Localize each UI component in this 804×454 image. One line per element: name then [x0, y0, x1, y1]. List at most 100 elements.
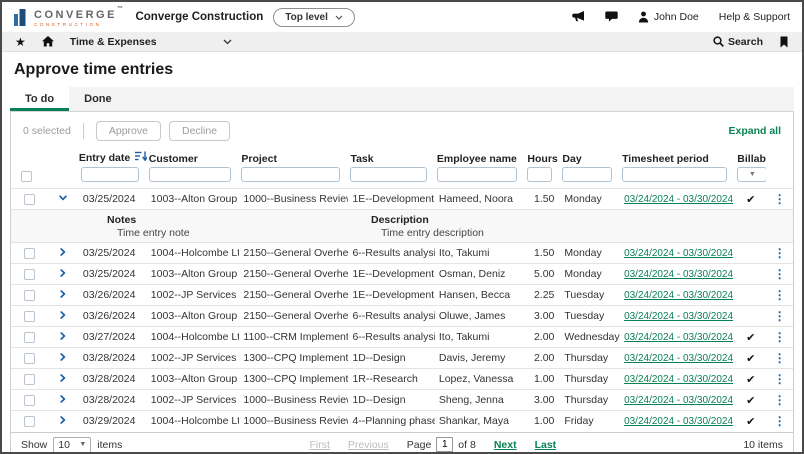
- last-page-link[interactable]: Last: [535, 439, 557, 451]
- table-row: 03/27/20241004--Holcombe Ltd1100--CRM Im…: [11, 327, 793, 348]
- expanded-detail-row: NotesTime entry noteDescriptionTime entr…: [11, 210, 793, 243]
- row-checkbox[interactable]: [24, 374, 35, 385]
- timesheet-period-link[interactable]: 03/24/2024 - 03/30/2024: [624, 416, 733, 427]
- timesheet-period-link[interactable]: 03/24/2024 - 03/30/2024: [624, 395, 733, 406]
- building-logo-icon: [14, 9, 29, 26]
- filter-billable-select[interactable]: ▼: [737, 167, 766, 182]
- filter-customer[interactable]: [149, 167, 232, 182]
- selected-count: 0 selected: [23, 125, 71, 137]
- filter-hours[interactable]: [527, 167, 552, 182]
- timesheet-period-link[interactable]: 03/24/2024 - 03/30/2024: [624, 194, 733, 205]
- menu-time-expenses[interactable]: Time & Expenses: [70, 36, 232, 48]
- filter-task[interactable]: [350, 167, 426, 182]
- row-menu-button[interactable]: ⋮: [774, 267, 786, 281]
- expand-row-icon[interactable]: [58, 373, 68, 383]
- select-all-checkbox[interactable]: [21, 171, 32, 182]
- favorites-star-icon[interactable]: ★: [15, 35, 26, 49]
- column-header-day[interactable]: Day: [560, 149, 620, 166]
- approve-button[interactable]: Approve: [96, 121, 161, 141]
- description-label: Description: [371, 214, 484, 226]
- expand-row-icon[interactable]: [58, 331, 68, 341]
- collapse-row-icon[interactable]: [58, 193, 68, 203]
- row-checkbox[interactable]: [24, 332, 35, 343]
- expand-all-link[interactable]: Expand all: [728, 125, 781, 137]
- tab-todo[interactable]: To do: [10, 87, 69, 111]
- scope-selector[interactable]: Top level: [273, 8, 355, 27]
- app-window: CONVERGE™ CONSTRUCTION Converge Construc…: [0, 0, 804, 454]
- row-menu-button[interactable]: ⋮: [774, 246, 786, 260]
- column-header-billable[interactable]: Billable: [735, 149, 766, 166]
- expand-row-icon[interactable]: [58, 415, 68, 425]
- messages-icon[interactable]: [605, 11, 618, 23]
- filter-project[interactable]: [241, 167, 340, 182]
- expand-row-icon[interactable]: [58, 268, 68, 278]
- decline-button[interactable]: Decline: [169, 121, 230, 141]
- cell-employee: Osman, Deniz: [435, 264, 526, 285]
- row-checkbox[interactable]: [24, 353, 35, 364]
- column-header-entry-date[interactable]: Entry date: [79, 149, 147, 166]
- row-checkbox[interactable]: [24, 395, 35, 406]
- expand-row-icon[interactable]: [58, 289, 68, 299]
- filter-timesheet-period[interactable]: [622, 167, 727, 182]
- filter-entry-date[interactable]: [81, 167, 139, 182]
- page-size-select[interactable]: 10 ▼: [53, 437, 91, 453]
- announcements-icon[interactable]: [572, 11, 585, 23]
- row-menu-button[interactable]: ⋮: [774, 309, 786, 323]
- row-checkbox[interactable]: [24, 290, 35, 301]
- tab-done[interactable]: Done: [69, 87, 127, 111]
- timesheet-period-link[interactable]: 03/24/2024 - 03/30/2024: [624, 311, 733, 322]
- column-header-row: Entry date Customer Project Task Employe…: [11, 149, 793, 166]
- cell-project: 2150--General Overhead: [239, 285, 348, 306]
- column-header-employee[interactable]: Employee name: [435, 149, 526, 166]
- column-header-timesheet-period[interactable]: Timesheet period: [620, 149, 735, 166]
- cell-project: 2150--General Overhead: [239, 243, 348, 264]
- sort-descending-icon[interactable]: [135, 153, 147, 165]
- timesheet-period-link[interactable]: 03/24/2024 - 03/30/2024: [624, 374, 733, 385]
- timesheet-period-link[interactable]: 03/24/2024 - 03/30/2024: [624, 332, 733, 343]
- row-checkbox[interactable]: [24, 416, 35, 427]
- filter-day[interactable]: [562, 167, 612, 182]
- row-menu-button[interactable]: ⋮: [774, 372, 786, 386]
- search-button[interactable]: Search: [713, 36, 763, 48]
- expand-row-icon[interactable]: [58, 247, 68, 257]
- column-header-customer[interactable]: Customer: [147, 149, 240, 166]
- row-menu-button[interactable]: ⋮: [774, 288, 786, 302]
- timesheet-period-link[interactable]: 03/24/2024 - 03/30/2024: [624, 269, 733, 280]
- row-menu-button[interactable]: ⋮: [774, 414, 786, 428]
- timesheet-period-link[interactable]: 03/24/2024 - 03/30/2024: [624, 353, 733, 364]
- cell-entry-date: 03/29/2024: [79, 411, 147, 432]
- row-menu-button[interactable]: ⋮: [774, 393, 786, 407]
- table-row: 03/28/20241002--JP Services1000--Busines…: [11, 390, 793, 411]
- first-page-link[interactable]: First: [309, 439, 329, 451]
- help-support-link[interactable]: Help & Support: [719, 11, 790, 23]
- row-checkbox[interactable]: [24, 194, 35, 205]
- divider: [83, 123, 84, 139]
- timesheet-period-link[interactable]: 03/24/2024 - 03/30/2024: [624, 248, 733, 259]
- next-page-link[interactable]: Next: [494, 439, 517, 451]
- row-menu-button[interactable]: ⋮: [774, 351, 786, 365]
- user-menu[interactable]: John Doe: [638, 11, 699, 23]
- column-header-project[interactable]: Project: [239, 149, 348, 166]
- cell-entry-date: 03/25/2024: [79, 264, 147, 285]
- row-checkbox[interactable]: [24, 311, 35, 322]
- home-icon[interactable]: [42, 36, 54, 47]
- cell-entry-date: 03/27/2024: [79, 327, 147, 348]
- page-number-input[interactable]: [436, 437, 453, 452]
- expand-row-icon[interactable]: [58, 310, 68, 320]
- row-checkbox[interactable]: [24, 248, 35, 259]
- row-checkbox[interactable]: [24, 269, 35, 280]
- cell-task: 1E--Development: [348, 285, 434, 306]
- expand-row-icon[interactable]: [58, 352, 68, 362]
- filter-employee[interactable]: [437, 167, 518, 182]
- cell-entry-date: 03/28/2024: [79, 390, 147, 411]
- previous-page-link[interactable]: Previous: [348, 439, 389, 451]
- timesheet-period-link[interactable]: 03/24/2024 - 03/30/2024: [624, 290, 733, 301]
- expand-row-icon[interactable]: [58, 394, 68, 404]
- column-header-task[interactable]: Task: [348, 149, 434, 166]
- total-items-label: 10 items: [743, 439, 783, 451]
- row-menu-button[interactable]: ⋮: [774, 330, 786, 344]
- row-menu-button[interactable]: ⋮: [774, 192, 786, 206]
- column-header-hours[interactable]: Hours: [525, 149, 560, 166]
- bookmark-icon[interactable]: [779, 36, 789, 48]
- cell-project: 2150--General Overhead: [239, 264, 348, 285]
